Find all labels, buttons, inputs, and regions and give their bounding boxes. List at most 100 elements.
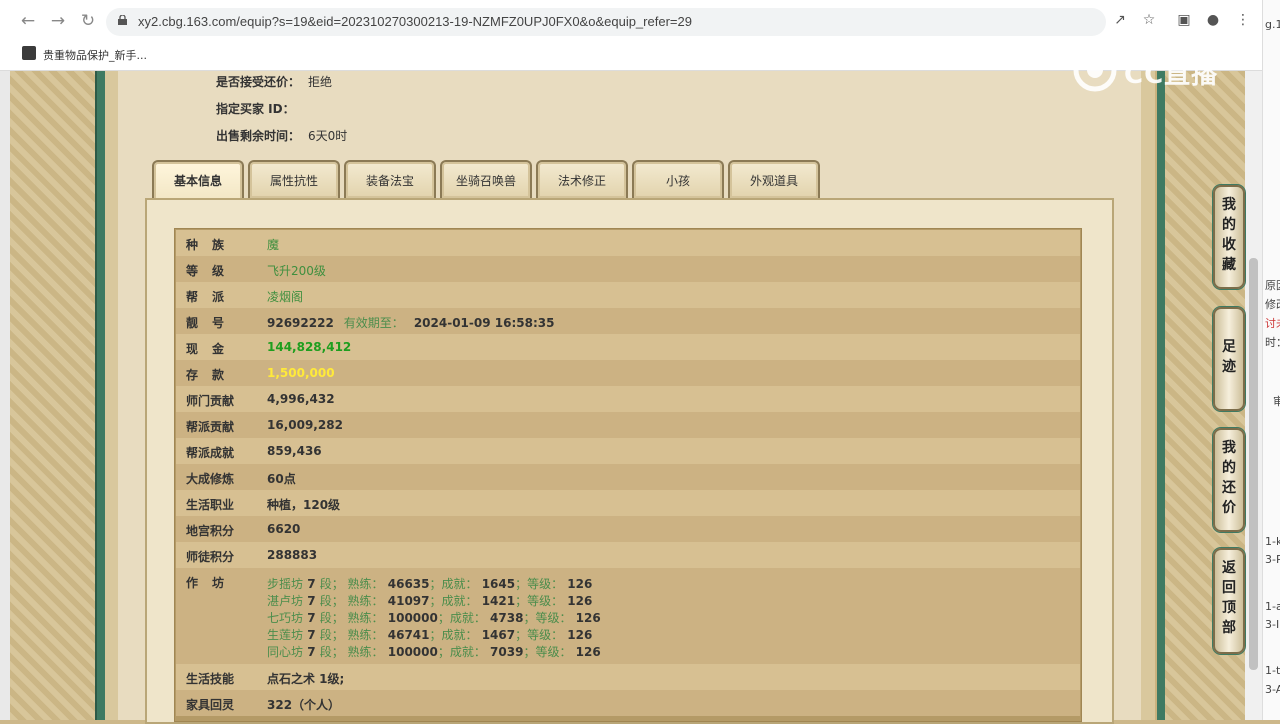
edge-fragment: 3-P	[1265, 553, 1280, 566]
tab-appearance[interactable]: 外观道具	[728, 160, 820, 198]
home-value: 322（个人）	[267, 698, 341, 712]
accept-counter-offer-row: 是否接受还价： 拒绝	[216, 73, 332, 90]
left-pattern-border	[10, 70, 95, 720]
footprint-button[interactable]: 足迹	[1213, 307, 1245, 411]
my-favorites-button[interactable]: 我的收藏	[1213, 185, 1245, 289]
scrollbar-thumb[interactable]	[1249, 258, 1258, 670]
workshop-level-label: ；等级：	[523, 611, 572, 625]
button-char: 回	[1222, 580, 1236, 596]
workshop-skill-label: 段； 熟练：	[319, 594, 384, 608]
address-bar[interactable]: xy2.cbg.163.com/equip?s=19&eid=202310270…	[106, 8, 1106, 36]
workshop-line: 七巧坊 7 段； 熟练： 100000；成就： 4738；等级： 126	[267, 609, 601, 626]
row-label: 地宫积分	[186, 524, 235, 538]
designated-buyer-row: 指定买家 ID：	[216, 100, 303, 117]
workshop-skill: 100000	[383, 611, 438, 625]
tab-children[interactable]: 小孩	[632, 160, 724, 198]
button-char: 还	[1222, 480, 1236, 496]
table-row: 大成修炼 60点	[176, 464, 1080, 490]
faction-contrib-value: 16,009,282	[267, 418, 343, 432]
workshop-achievement-label: ；成就：	[437, 645, 486, 659]
row-label: 存款	[186, 368, 239, 382]
table-row: 师门贡献 4,996,432	[176, 386, 1080, 412]
star-icon[interactable]: ☆	[1140, 11, 1158, 29]
table-row: 生活职业 种植，120级	[176, 490, 1080, 516]
workshop-achievement: 7039	[485, 645, 524, 659]
workshop-achievement: 4738	[485, 611, 524, 625]
back-to-top-button[interactable]: 返回顶部	[1213, 548, 1245, 654]
row-label: 师门贡献	[186, 394, 235, 408]
row-label: 生活职业	[186, 498, 235, 512]
row-label: 帮派贡献	[186, 420, 235, 434]
workshop-segment: 7	[303, 594, 320, 608]
button-char: 收	[1222, 237, 1236, 253]
edge-fragment: 原因	[1265, 279, 1280, 292]
edge-fragment: 3-A	[1265, 683, 1280, 696]
left-edge	[0, 70, 10, 720]
workshop-level: 126	[571, 611, 601, 625]
edge-fragment: 3-Ir	[1265, 618, 1280, 631]
side-panel-icon[interactable]: ▣	[1175, 11, 1193, 29]
tab-attributes[interactable]: 属性抗性	[248, 160, 340, 198]
forward-arrow-icon[interactable]: →	[46, 9, 70, 33]
my-counter-offer-button[interactable]: 我的还价	[1213, 428, 1245, 532]
url-text: xy2.cbg.163.com/equip?s=19&eid=202310270…	[138, 14, 692, 29]
workshop-name: 七巧坊	[267, 611, 304, 625]
deposit-value: 1,500,000	[267, 366, 335, 380]
edge-fragment: 讨未	[1265, 317, 1280, 330]
level-value: 飞升200级	[267, 264, 326, 278]
cc-logo-icon	[1073, 48, 1117, 92]
workshop-line: 生莲坊 7 段； 熟练： 46741；成就： 1467；等级： 126	[267, 626, 592, 643]
edge-fragment: 1-k	[1265, 535, 1280, 548]
menu-icon[interactable]: ⋮	[1234, 11, 1252, 29]
row-label: 出售剩余时间：	[216, 129, 301, 143]
background-window-edge: g.1 原因 修改 讨未 时： 审 1-k 3-P 1-a 3-Ir 1-tv …	[1262, 0, 1280, 720]
workshop-name: 生莲坊	[267, 628, 304, 642]
table-row-workshop: 作坊 步摇坊 7 段； 熟练： 46635；成就： 1645；等级： 126 湛卢…	[176, 568, 1080, 664]
apprentice-points-value: 288883	[267, 548, 318, 562]
id-value: 92692222 有效期至： 2024-01-09 16:58:35	[267, 314, 554, 331]
right-inner-border	[1141, 70, 1155, 720]
tab-basic-info[interactable]: 基本信息	[152, 160, 244, 200]
row-label: 帮派	[186, 290, 239, 304]
life-skill-value: 点石之术 1级;	[267, 672, 345, 686]
id-number: 92692222	[267, 316, 334, 330]
table-row: 等级 飞升200级	[176, 256, 1080, 282]
edge-fragment: 修改	[1265, 298, 1280, 311]
edge-fragment: g.1	[1265, 18, 1280, 31]
bookmark-item[interactable]: 贵重物品保护_新手...	[43, 47, 147, 63]
workshop-segment: 7	[303, 628, 320, 642]
workshop-level: 126	[563, 577, 593, 591]
workshop-achievement-label: ；成就：	[429, 628, 478, 642]
profile-icon[interactable]: ●	[1204, 11, 1222, 29]
life-job-value: 种植，120级	[267, 498, 341, 512]
table-row: 现金 144,828,412	[176, 334, 1080, 360]
workshop-achievement: 1467	[477, 628, 516, 642]
workshop-achievement-label: ；成就：	[429, 577, 478, 591]
workshop-achievement: 1421	[477, 594, 516, 608]
tab-mounts-pets[interactable]: 坐骑召唤兽	[440, 160, 532, 198]
table-row: 家具回灵 322（个人）	[176, 690, 1080, 716]
workshop-level: 126	[563, 628, 593, 642]
table-row: 种族 魔	[176, 230, 1080, 256]
workshop-skill: 100000	[383, 645, 438, 659]
workshop-line: 湛卢坊 7 段； 熟练： 41097；成就： 1421；等级： 126	[267, 592, 592, 609]
workshop-skill-label: 段； 熟练：	[319, 611, 384, 625]
share-icon[interactable]: ↗	[1111, 11, 1129, 29]
back-arrow-icon[interactable]: ←	[16, 9, 40, 33]
workshop-skill: 41097	[383, 594, 430, 608]
reload-icon[interactable]: ↻	[76, 9, 100, 33]
row-value: 6天0时	[308, 129, 348, 143]
sale-remaining-time-row: 出售剩余时间： 6天0时	[216, 127, 347, 144]
cultivation-value: 60点	[267, 472, 296, 486]
tab-spell-correction[interactable]: 法术修正	[536, 160, 628, 198]
row-label: 靓号	[186, 316, 239, 330]
workshop-level: 126	[563, 594, 593, 608]
cc-live-watermark: CC直播	[1072, 48, 1242, 92]
button-char: 价	[1222, 500, 1236, 516]
school-contrib-value: 4,996,432	[267, 392, 335, 406]
tab-equipment[interactable]: 装备法宝	[344, 160, 436, 198]
workshop-achievement-label: ；成就：	[429, 594, 478, 608]
row-label: 大成修炼	[186, 472, 235, 486]
race-value: 魔	[267, 238, 280, 252]
edge-fragment: 审	[1273, 393, 1280, 409]
